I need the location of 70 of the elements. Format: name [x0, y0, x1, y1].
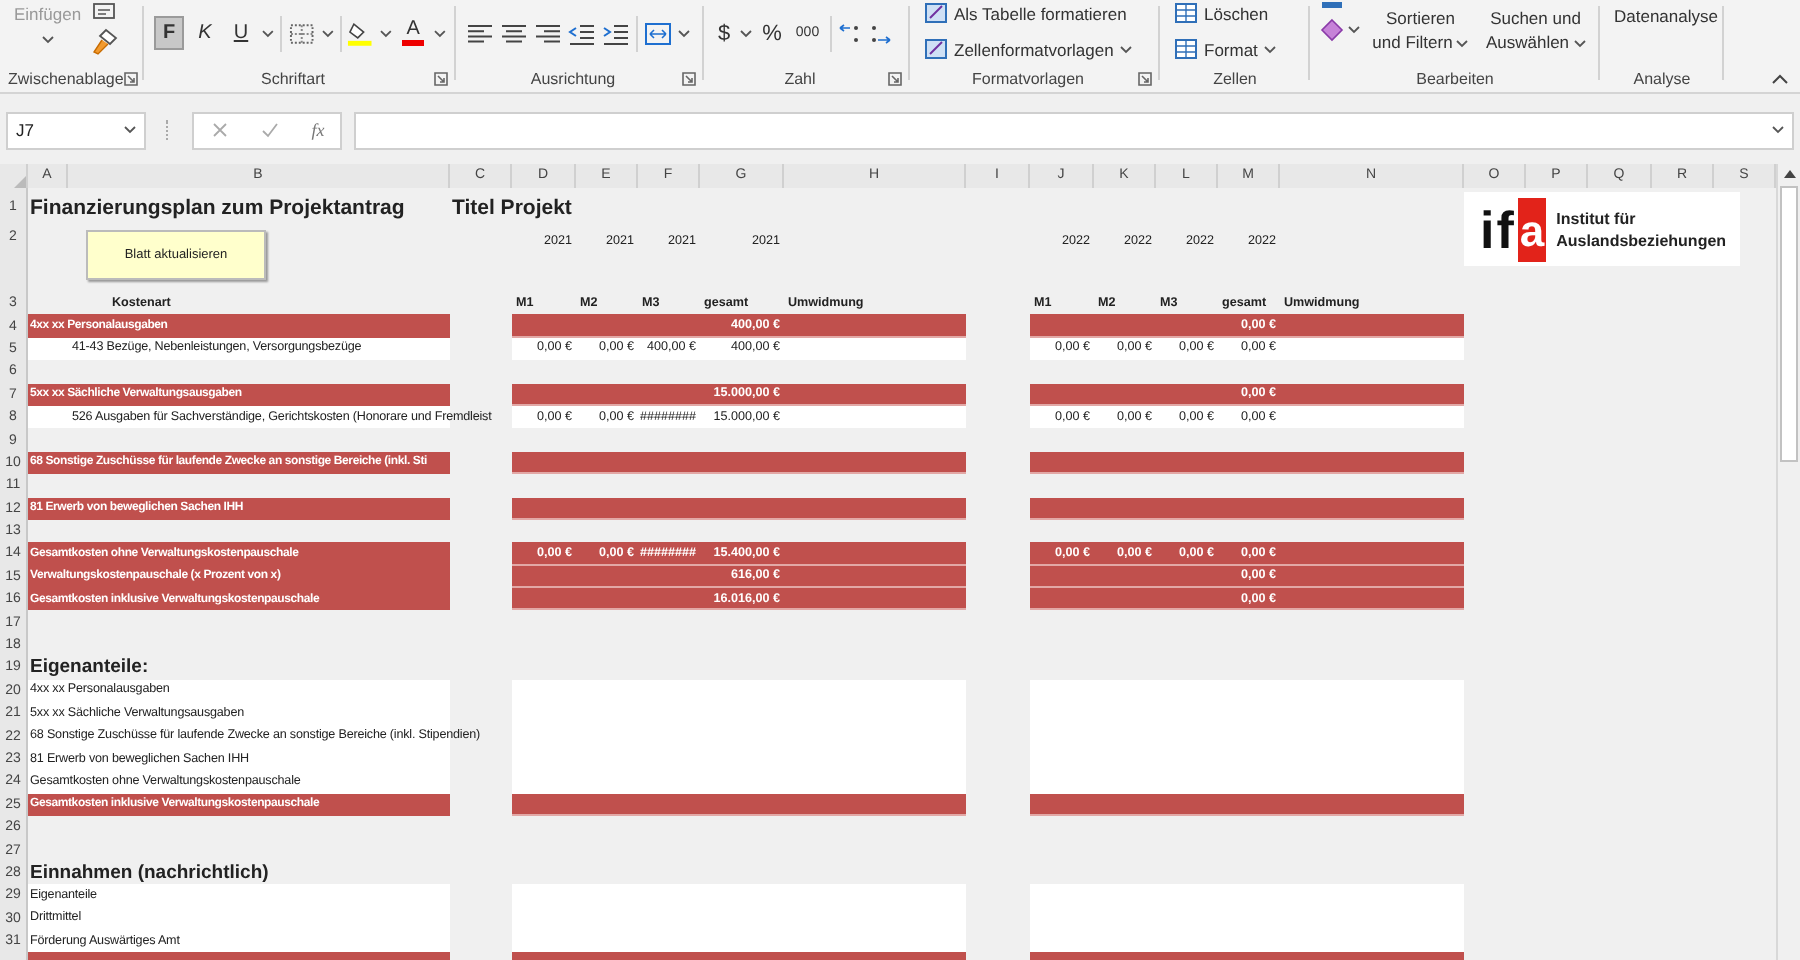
caret-icon [380, 29, 393, 37]
styles-button[interactable]: Als Tabelle formatieren [920, 0, 1136, 26]
paintbrush-icon[interactable] [91, 28, 120, 56]
styles-button[interactable]: Zellenformatvorlagen [920, 36, 1136, 62]
caret-icon [41, 36, 54, 44]
decrease-indent-icon[interactable] [568, 21, 596, 45]
font-style-button[interactable]: F [154, 16, 184, 50]
project-title: Titel Projekt [450, 195, 572, 219]
editing-button[interactable]: Suchen und Auswählen [1481, 4, 1590, 56]
logo-accent-letter: a [1517, 197, 1547, 261]
group-label: Schriftart [258, 70, 327, 88]
dialog-launcher-icon[interactable] [1138, 72, 1152, 86]
scrollbar-thumb[interactable] [1780, 186, 1798, 462]
editing-button[interactable]: Sortieren und Filtern [1366, 4, 1475, 56]
caret-icon [1456, 40, 1469, 48]
insert-function-button[interactable]: fx [311, 120, 325, 140]
eraser-icon[interactable] [1320, 18, 1344, 42]
section-heading: Eigenanteile: [28, 656, 149, 679]
decrease-decimal-icon[interactable] [867, 21, 892, 45]
data-analysis-button[interactable]: Datenanalyse [1610, 4, 1722, 28]
group-label: Ausrichtung [528, 70, 618, 88]
caret-icon [1573, 40, 1586, 48]
dialog-launcher-icon[interactable] [434, 72, 448, 86]
group-label: Formatvorlagen [969, 70, 1087, 88]
group-label: Zellen [1211, 70, 1259, 88]
dialog-launcher-icon[interactable] [682, 72, 696, 86]
currency-button[interactable]: $ [714, 19, 735, 47]
section-heading: Einnahmen (nachrichtlich) [28, 861, 269, 884]
percent-button[interactable]: % [758, 19, 786, 47]
cells-button[interactable]: Format [1170, 36, 1280, 62]
font-color-button[interactable]: A [398, 18, 429, 48]
dialog-launcher-icon[interactable] [888, 72, 902, 86]
fill-color-icon[interactable] [346, 21, 375, 45]
align-right-icon[interactable] [534, 21, 562, 45]
cells-grid-icon [1174, 38, 1198, 60]
group-label: Bearbeiten [1414, 70, 1496, 88]
group-label: Zwischenablage [8, 70, 124, 88]
caret-icon [1348, 26, 1360, 34]
checkmark-icon[interactable] [260, 120, 281, 140]
logo-letters: if [1480, 203, 1516, 255]
collapse-ribbon-icon[interactable] [1772, 74, 1788, 84]
logo-name: Institut für Auslandsbeziehungen [1556, 207, 1729, 251]
caret-icon [1263, 45, 1276, 53]
cells-button[interactable]: Löschen [1170, 0, 1280, 26]
font-style-button[interactable]: U [226, 16, 256, 50]
table-style-icon [924, 2, 948, 24]
align-center-icon[interactable] [500, 21, 528, 45]
group-label: Zahl [782, 70, 818, 88]
caret-icon [434, 29, 446, 37]
borders-icon[interactable] [287, 21, 316, 45]
table-style-icon [924, 38, 948, 60]
align-left-icon[interactable] [466, 21, 494, 45]
caret-icon [262, 29, 274, 37]
caret-icon [124, 126, 136, 134]
merge-cells-icon[interactable] [644, 21, 672, 45]
formula-input-field[interactable] [354, 111, 1794, 149]
caret-icon [740, 29, 753, 37]
font-style-button[interactable]: K [190, 16, 220, 50]
increase-indent-icon[interactable] [602, 21, 630, 45]
caret-icon [678, 29, 690, 37]
sheet-title: Finanzierungsplan zum Projektantrag [28, 195, 405, 219]
group-label: Analyse [1631, 70, 1693, 88]
caret-icon [1772, 126, 1784, 134]
dialog-launcher-icon[interactable] [123, 72, 138, 86]
name-box[interactable]: J7 [6, 111, 146, 149]
caret-icon [321, 29, 333, 37]
clipboard-icon[interactable] [91, 2, 116, 20]
increase-decimal-icon[interactable] [837, 21, 862, 45]
caret-icon [1119, 45, 1132, 53]
scroll-up-icon[interactable] [1781, 168, 1797, 180]
